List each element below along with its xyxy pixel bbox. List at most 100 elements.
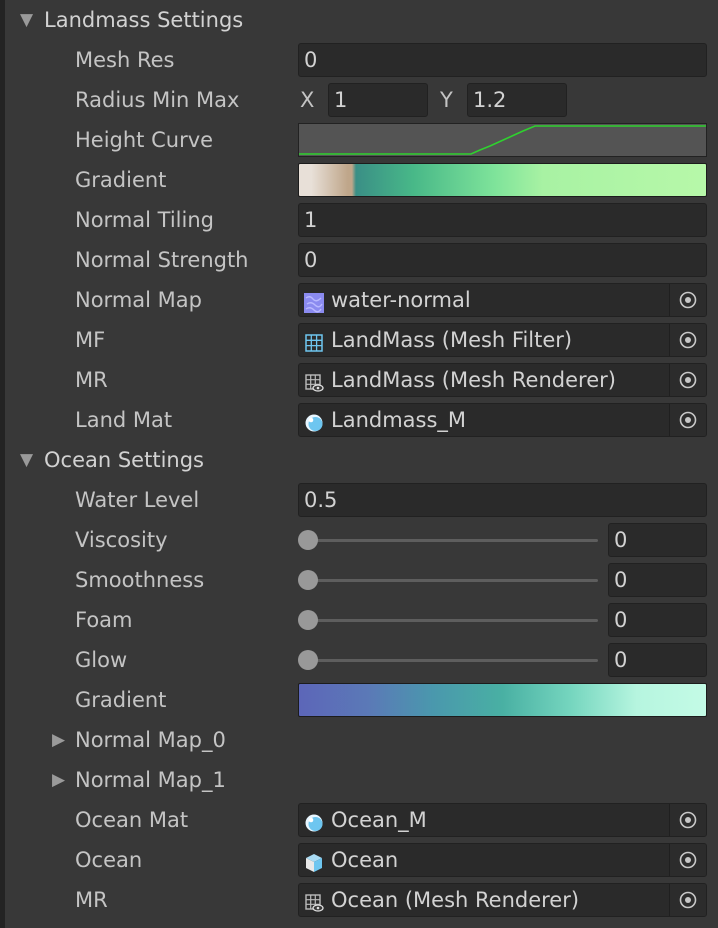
foldout-expanded-icon[interactable]: ▼ <box>20 440 33 480</box>
normal-strength-label: Normal Strength <box>75 248 249 272</box>
mesh-renderer-icon <box>304 370 324 392</box>
land-mat-value: Landmass_M <box>331 408 467 432</box>
ocean-mr-label: MR <box>75 888 108 912</box>
normal-map-0-label: Normal Map_0 <box>75 728 226 752</box>
landmass-settings-foldout[interactable]: ▼ Landmass Settings <box>0 0 718 40</box>
ocean-gradient-row: Gradient <box>0 680 718 720</box>
material-sphere-icon <box>304 810 324 832</box>
mesh-res-label: Mesh Res <box>75 48 175 72</box>
landmass-mr-object-field[interactable]: LandMass (Mesh Renderer) <box>298 363 707 397</box>
water-level-label: Water Level <box>75 488 200 512</box>
prefab-cube-icon <box>304 850 324 872</box>
mesh-renderer-icon <box>304 890 324 912</box>
normal-map-value: water-normal <box>331 288 471 312</box>
radius-y-input[interactable]: 1.2 <box>467 83 567 117</box>
mf-row: MF LandMass (Mesh Filter) <box>0 320 718 360</box>
height-curve-row: Height Curve <box>0 120 718 160</box>
object-picker-icon[interactable] <box>669 884 706 916</box>
viscosity-row: Viscosity 0 <box>0 520 718 560</box>
mf-object-field[interactable]: LandMass (Mesh Filter) <box>298 323 707 357</box>
ocean-gradient-field[interactable] <box>298 683 707 717</box>
radius-min-max-row: Radius Min Max X 1 Y 1.2 <box>0 80 718 120</box>
land-mat-label: Land Mat <box>75 408 173 432</box>
normal-tiling-input[interactable]: 1 <box>298 203 707 237</box>
foldout-collapsed-icon[interactable]: ▶ <box>52 720 65 760</box>
ocean-object-label: Ocean <box>75 848 143 872</box>
landmass-mr-value: LandMass (Mesh Renderer) <box>331 368 616 392</box>
ocean-mr-value: Ocean (Mesh Renderer) <box>331 888 580 912</box>
mf-label: MF <box>75 328 106 352</box>
foam-row: Foam 0 <box>0 600 718 640</box>
ocean-mat-value: Ocean_M <box>331 808 427 832</box>
landmass-mr-label: MR <box>75 368 108 392</box>
object-picker-icon[interactable] <box>669 324 706 356</box>
foldout-expanded-icon[interactable]: ▼ <box>20 0 33 40</box>
ocean-mat-label: Ocean Mat <box>75 808 189 832</box>
radius-x-label: X <box>300 88 315 112</box>
ocean-mr-object-field[interactable]: Ocean (Mesh Renderer) <box>298 883 707 917</box>
object-picker-icon[interactable] <box>669 804 706 836</box>
ocean-gradient-label: Gradient <box>75 688 167 712</box>
foam-slider-track[interactable] <box>304 619 598 622</box>
landmass-gradient-field[interactable] <box>298 163 707 197</box>
height-curve-field[interactable] <box>298 123 707 157</box>
normal-tiling-label: Normal Tiling <box>75 208 214 232</box>
radius-x-input[interactable]: 1 <box>328 83 428 117</box>
normal-map-texture-icon <box>304 290 324 313</box>
radius-min-max-label: Radius Min Max <box>75 88 240 112</box>
material-sphere-icon <box>304 410 324 432</box>
normal-map-1-foldout[interactable]: ▶ Normal Map_1 <box>0 760 718 800</box>
ocean-mat-object-field[interactable]: Ocean_M <box>298 803 707 837</box>
viscosity-label: Viscosity <box>75 528 168 552</box>
normal-map-1-label: Normal Map_1 <box>75 768 226 792</box>
foam-input[interactable]: 0 <box>608 603 707 637</box>
normal-map-0-foldout[interactable]: ▶ Normal Map_0 <box>0 720 718 760</box>
landmass-settings-header: Landmass Settings <box>44 8 244 32</box>
glow-input[interactable]: 0 <box>608 643 707 677</box>
foam-slider-knob[interactable] <box>298 610 318 630</box>
normal-strength-row: Normal Strength 0 <box>0 240 718 280</box>
normal-map-row: Normal Map water-normal <box>0 280 718 320</box>
mesh-res-input[interactable]: 0 <box>298 43 707 77</box>
height-curve-graph <box>299 125 706 155</box>
mesh-filter-icon <box>304 330 324 352</box>
viscosity-input[interactable]: 0 <box>608 523 707 557</box>
mf-value: LandMass (Mesh Filter) <box>331 328 573 352</box>
object-picker-icon[interactable] <box>669 404 706 436</box>
smoothness-label: Smoothness <box>75 568 205 592</box>
ocean-object-field[interactable]: Ocean <box>298 843 707 877</box>
radius-y-label: Y <box>440 88 453 112</box>
glow-slider-knob[interactable] <box>298 650 318 670</box>
normal-map-object-field[interactable]: water-normal <box>298 283 707 317</box>
smoothness-input[interactable]: 0 <box>608 563 707 597</box>
water-level-row: Water Level 0.5 <box>0 480 718 520</box>
smoothness-slider-track[interactable] <box>304 579 598 582</box>
ocean-settings-header: Ocean Settings <box>44 448 204 472</box>
smoothness-row: Smoothness 0 <box>0 560 718 600</box>
glow-slider-track[interactable] <box>304 659 598 662</box>
smoothness-slider-knob[interactable] <box>298 570 318 590</box>
height-curve-label: Height Curve <box>75 128 214 152</box>
object-picker-icon[interactable] <box>669 364 706 396</box>
ocean-settings-foldout[interactable]: ▼ Ocean Settings <box>0 440 718 480</box>
ocean-mat-row: Ocean Mat Ocean_M <box>0 800 718 840</box>
foam-label: Foam <box>75 608 133 632</box>
normal-tiling-row: Normal Tiling 1 <box>0 200 718 240</box>
ocean-object-row: Ocean Ocean <box>0 840 718 880</box>
object-picker-icon[interactable] <box>669 284 706 316</box>
normal-strength-input[interactable]: 0 <box>298 243 707 277</box>
mesh-res-row: Mesh Res 0 <box>0 40 718 80</box>
glow-row: Glow 0 <box>0 640 718 680</box>
water-level-input[interactable]: 0.5 <box>298 483 707 517</box>
viscosity-slider-knob[interactable] <box>298 530 318 550</box>
glow-label: Glow <box>75 648 128 672</box>
land-mat-row: Land Mat Landmass_M <box>0 400 718 440</box>
normal-map-label: Normal Map <box>75 288 202 312</box>
land-mat-object-field[interactable]: Landmass_M <box>298 403 707 437</box>
viscosity-slider-track[interactable] <box>304 539 598 542</box>
foldout-collapsed-icon[interactable]: ▶ <box>52 760 65 800</box>
object-picker-icon[interactable] <box>669 844 706 876</box>
landmass-mr-row: MR LandMass (Mesh Renderer) <box>0 360 718 400</box>
ocean-object-value: Ocean <box>331 848 399 872</box>
landmass-gradient-row: Gradient <box>0 160 718 200</box>
